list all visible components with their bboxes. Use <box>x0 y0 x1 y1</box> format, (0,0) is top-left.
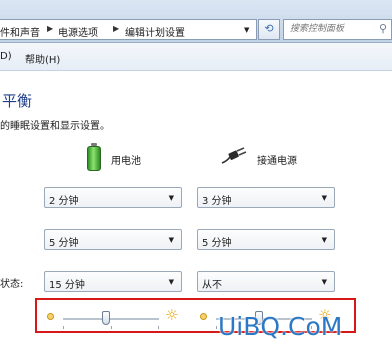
dropdown-arrow-icon: ▼ <box>168 278 174 286</box>
row-label-sleep: 状态: <box>0 279 24 290</box>
select-value: 2 分钟 <box>49 196 79 207</box>
menu-bar: D) 帮助(H) <box>0 43 392 71</box>
slider-tick <box>158 326 159 329</box>
select-value: 5 分钟 <box>202 238 232 249</box>
select-value: 从不 <box>202 280 222 291</box>
page-description: 的睡眠设置和显示设置。 <box>0 121 110 132</box>
slider-tick <box>216 326 217 329</box>
breadcrumb-separator-icon: ▶ <box>113 24 120 33</box>
sleep-plugged-select-1[interactable]: 3 分钟 ▼ <box>197 187 335 208</box>
column-header-battery: 用电池 <box>111 156 141 167</box>
sleep-battery-select-2[interactable]: 5 分钟 ▼ <box>44 229 182 250</box>
brightness-battery-slider[interactable] <box>102 311 111 325</box>
watermark: UiBQ.CoM <box>218 312 343 341</box>
dropdown-arrow-icon: ▼ <box>321 194 327 202</box>
sleep-plugged-select-3[interactable]: 从不 ▼ <box>197 271 335 292</box>
menu-item-view[interactable]: D) <box>0 51 12 62</box>
slider-tick <box>63 326 64 329</box>
menu-item-help[interactable]: 帮助(H) <box>25 51 60 66</box>
column-header-plugged: 接通电源 <box>257 156 297 167</box>
address-bar-strip: 件和声音 ▶ 电源选项 ▶ 编辑计划设置 ▼ ⟲ ⚲ <box>0 0 392 43</box>
select-value: 5 分钟 <box>49 238 79 249</box>
breadcrumb-item[interactable]: 电源选项 <box>58 24 98 39</box>
breadcrumb-item[interactable]: 编辑计划设置 <box>125 24 185 39</box>
search-input[interactable] <box>290 22 370 36</box>
page-title: 平衡 <box>2 92 33 110</box>
brightness-battery-track[interactable] <box>63 318 159 320</box>
select-value: 15 分钟 <box>49 280 85 291</box>
battery-icon <box>87 143 101 171</box>
breadcrumb-item[interactable]: 件和声音 <box>0 24 40 39</box>
dropdown-arrow-icon: ▼ <box>321 236 327 244</box>
search-icon[interactable]: ⚲ <box>379 22 387 35</box>
dim-brightness-icon <box>200 313 207 320</box>
bright-brightness-icon: ☼ <box>165 306 179 324</box>
address-bar[interactable]: 件和声音 ▶ 电源选项 ▶ 编辑计划设置 ▼ <box>0 19 257 40</box>
sleep-battery-select-1[interactable]: 2 分钟 ▼ <box>44 187 182 208</box>
sleep-plugged-select-2[interactable]: 5 分钟 ▼ <box>197 229 335 250</box>
dropdown-arrow-icon: ▼ <box>168 194 174 202</box>
sleep-battery-select-3[interactable]: 15 分钟 ▼ <box>44 271 182 292</box>
dim-brightness-icon <box>47 313 54 320</box>
search-box[interactable]: ⚲ <box>283 19 392 40</box>
slider-tick <box>111 326 112 329</box>
dropdown-arrow-icon: ▼ <box>321 278 327 286</box>
power-plug-icon <box>221 147 247 164</box>
select-value: 3 分钟 <box>202 196 232 207</box>
dropdown-arrow-icon: ▼ <box>168 236 174 244</box>
address-dropdown-icon[interactable]: ▼ <box>244 26 249 34</box>
refresh-icon[interactable]: ⟲ <box>258 19 280 40</box>
breadcrumb-separator-icon: ▶ <box>47 24 54 33</box>
